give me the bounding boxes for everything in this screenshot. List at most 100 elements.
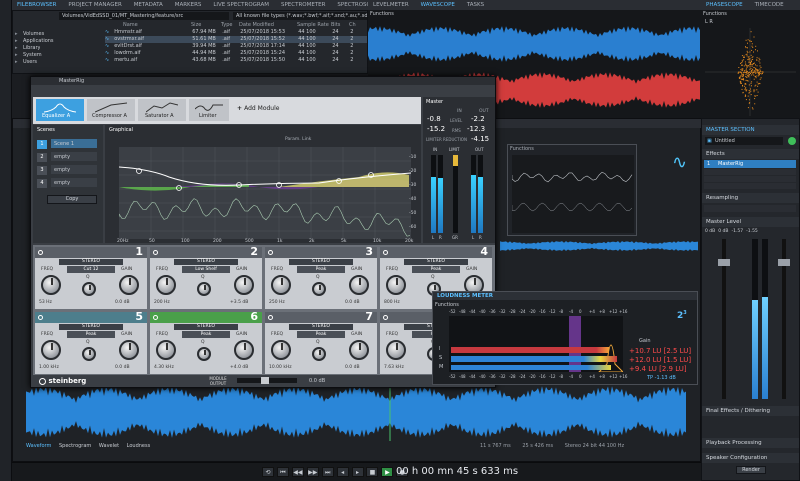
freq-knob[interactable] [386,340,406,360]
phasescope-functions[interactable]: Functions [703,11,727,17]
band-filter-type[interactable]: Cut 12 [67,266,115,273]
master-fader-track-r[interactable] [778,239,790,399]
eq-curve-graph[interactable] [119,147,411,239]
band-power-icon[interactable] [38,315,43,320]
freq-knob[interactable] [271,275,291,295]
file-filter-select[interactable]: All known file types (*.wav;*.bwf;*.aif;… [233,12,367,20]
tab-tasks[interactable]: TASKS [462,0,489,10]
module-slot-eq[interactable]: Equalizer A [36,99,84,121]
tree-item[interactable]: ▸ Library [15,45,73,52]
loop-button[interactable]: ⟲ [262,467,274,477]
add-module-button[interactable]: + Add Module [237,105,279,112]
band-mode[interactable]: STEREO [289,259,353,265]
rewind-button[interactable]: ◀◀ [291,467,304,477]
resampling-slot[interactable] [704,205,796,212]
q-knob[interactable] [197,347,211,361]
band-mode[interactable]: STEREO [59,259,123,265]
loudness-functions[interactable]: Functions [435,302,459,308]
functions-menu[interactable]: Functions [370,11,394,17]
prev-marker-button[interactable]: ◂ [336,467,349,477]
freq-knob[interactable] [41,275,61,295]
band-filter-type[interactable]: Peak [297,331,345,338]
band-power-icon[interactable] [38,250,43,255]
forward-button[interactable]: ▶▶ [306,467,319,477]
file-row[interactable]: ∿ ovstrmxr.aif 51.61 MB .aif 25/07/2018 15:5… [105,36,367,43]
final-effects-header[interactable]: Final Effects / Dithering [702,406,799,416]
scene-item[interactable]: 3 empty [37,165,101,175]
band-power-icon[interactable] [383,250,388,255]
file-row[interactable]: ∿ lowdrm.aif 44.94 MB .aif 25/07/2018 15:24 4… [105,50,367,57]
tab-spectroscope[interactable]: SPECTROSCOPE [332,0,368,10]
playback-processing-header[interactable]: Playback Processing [702,438,799,448]
file-row[interactable]: ∿ evltDrst.aif 39.94 MB .aif 25/07/2018 17:1… [105,43,367,50]
tab-spectrogram[interactable]: Spectrogram [59,443,91,449]
resampling-header[interactable]: Resampling [702,193,799,203]
master-fader-handle[interactable] [718,259,730,266]
q-knob[interactable] [312,347,326,361]
band-filter-type[interactable]: Low Shelf [182,266,230,273]
band-filter-type[interactable]: Peak [297,266,345,273]
tab-wavelet[interactable]: Wavelet [99,443,119,449]
tab-wavescope[interactable]: WAVESCOPE [416,0,460,10]
band-mode[interactable]: STEREO [289,324,353,330]
speaker-configuration-header[interactable]: Speaker Configuration [702,453,799,463]
module-output-slider[interactable] [237,377,297,384]
effects-header[interactable]: Effects [702,149,799,159]
q-knob[interactable] [82,282,96,296]
band-power-icon[interactable] [268,315,273,320]
file-row[interactable]: ∿ mertu.aif 43.68 MB .aif 25/07/2018 15:50 44… [105,57,367,64]
next-marker-button[interactable]: ▸ [351,467,364,477]
power-icon[interactable] [788,137,796,145]
tab-phasescope[interactable]: PHASESCOPE [701,0,748,10]
tab-project-manager[interactable]: PROJECT MANAGER [63,0,126,10]
master-fader-track[interactable] [718,239,730,399]
gain-knob[interactable] [349,275,369,295]
band-mode[interactable]: STEREO [174,324,238,330]
tab-markers[interactable]: MARKERS [170,0,207,10]
band-power-icon[interactable] [153,250,158,255]
scene-item[interactable]: 1 Scene 1 [37,139,101,149]
slider-handle[interactable] [261,377,269,384]
scene-item[interactable]: 2 empty [37,152,101,162]
tree-item[interactable]: ▸ Applications [15,38,73,45]
go-end-button[interactable]: ⏭ [321,467,334,477]
band-mode[interactable]: STEREO [404,259,468,265]
gain-knob[interactable] [349,340,369,360]
play-button[interactable]: ▶ [381,467,394,477]
tree-item[interactable]: ▸ System [15,52,73,59]
q-knob[interactable] [197,282,211,296]
module-slot-saturator[interactable]: Saturator A [138,99,186,121]
gain-knob[interactable] [119,275,139,295]
band-mode[interactable]: STEREO [174,259,238,265]
effect-slot-empty[interactable] [704,176,796,182]
tab-filebrowser[interactable]: FILEBROWSER [12,0,61,10]
tab-timecode[interactable]: TIMECODE [750,0,789,10]
band-mode[interactable]: STEREO [59,324,123,330]
tab-spectrometer[interactable]: SPECTROMETER [276,0,331,10]
freq-knob[interactable] [156,275,176,295]
module-slot-compressor[interactable]: Compressor A [87,99,135,121]
gain-knob[interactable] [234,340,254,360]
params-link[interactable]: Param. Link [285,137,311,142]
render-button[interactable]: Render [736,466,766,474]
file-row[interactable]: ∿ Hrnmstr.aif 67.94 MB .aif 25/07/2018 15:53… [105,29,367,36]
effect-slot-empty[interactable] [704,169,796,175]
master-preset[interactable]: ▣ Untitled [705,137,783,145]
gain-knob[interactable] [119,340,139,360]
tab-levelmeter[interactable]: LEVELMETER [368,0,414,10]
band-power-icon[interactable] [268,250,273,255]
tree-item[interactable]: ▸ Volumes [15,31,73,38]
tree-item[interactable]: ▸ Users [15,59,73,66]
tab-metadata[interactable]: METADATA [129,0,168,10]
q-knob[interactable] [82,347,96,361]
q-knob[interactable] [312,282,326,296]
copy-scene-button[interactable]: Copy [47,195,97,204]
band-filter-type[interactable]: Peak [182,331,230,338]
time-display[interactable]: 00 h 00 mn 45 s 633 ms [396,466,518,477]
freq-knob[interactable] [156,340,176,360]
module-slot-limiter[interactable]: Limiter [189,99,229,121]
scene-item[interactable]: 4 empty [37,178,101,188]
band-filter-type[interactable]: Peak [67,331,115,338]
freq-knob[interactable] [271,340,291,360]
freq-knob[interactable] [386,275,406,295]
